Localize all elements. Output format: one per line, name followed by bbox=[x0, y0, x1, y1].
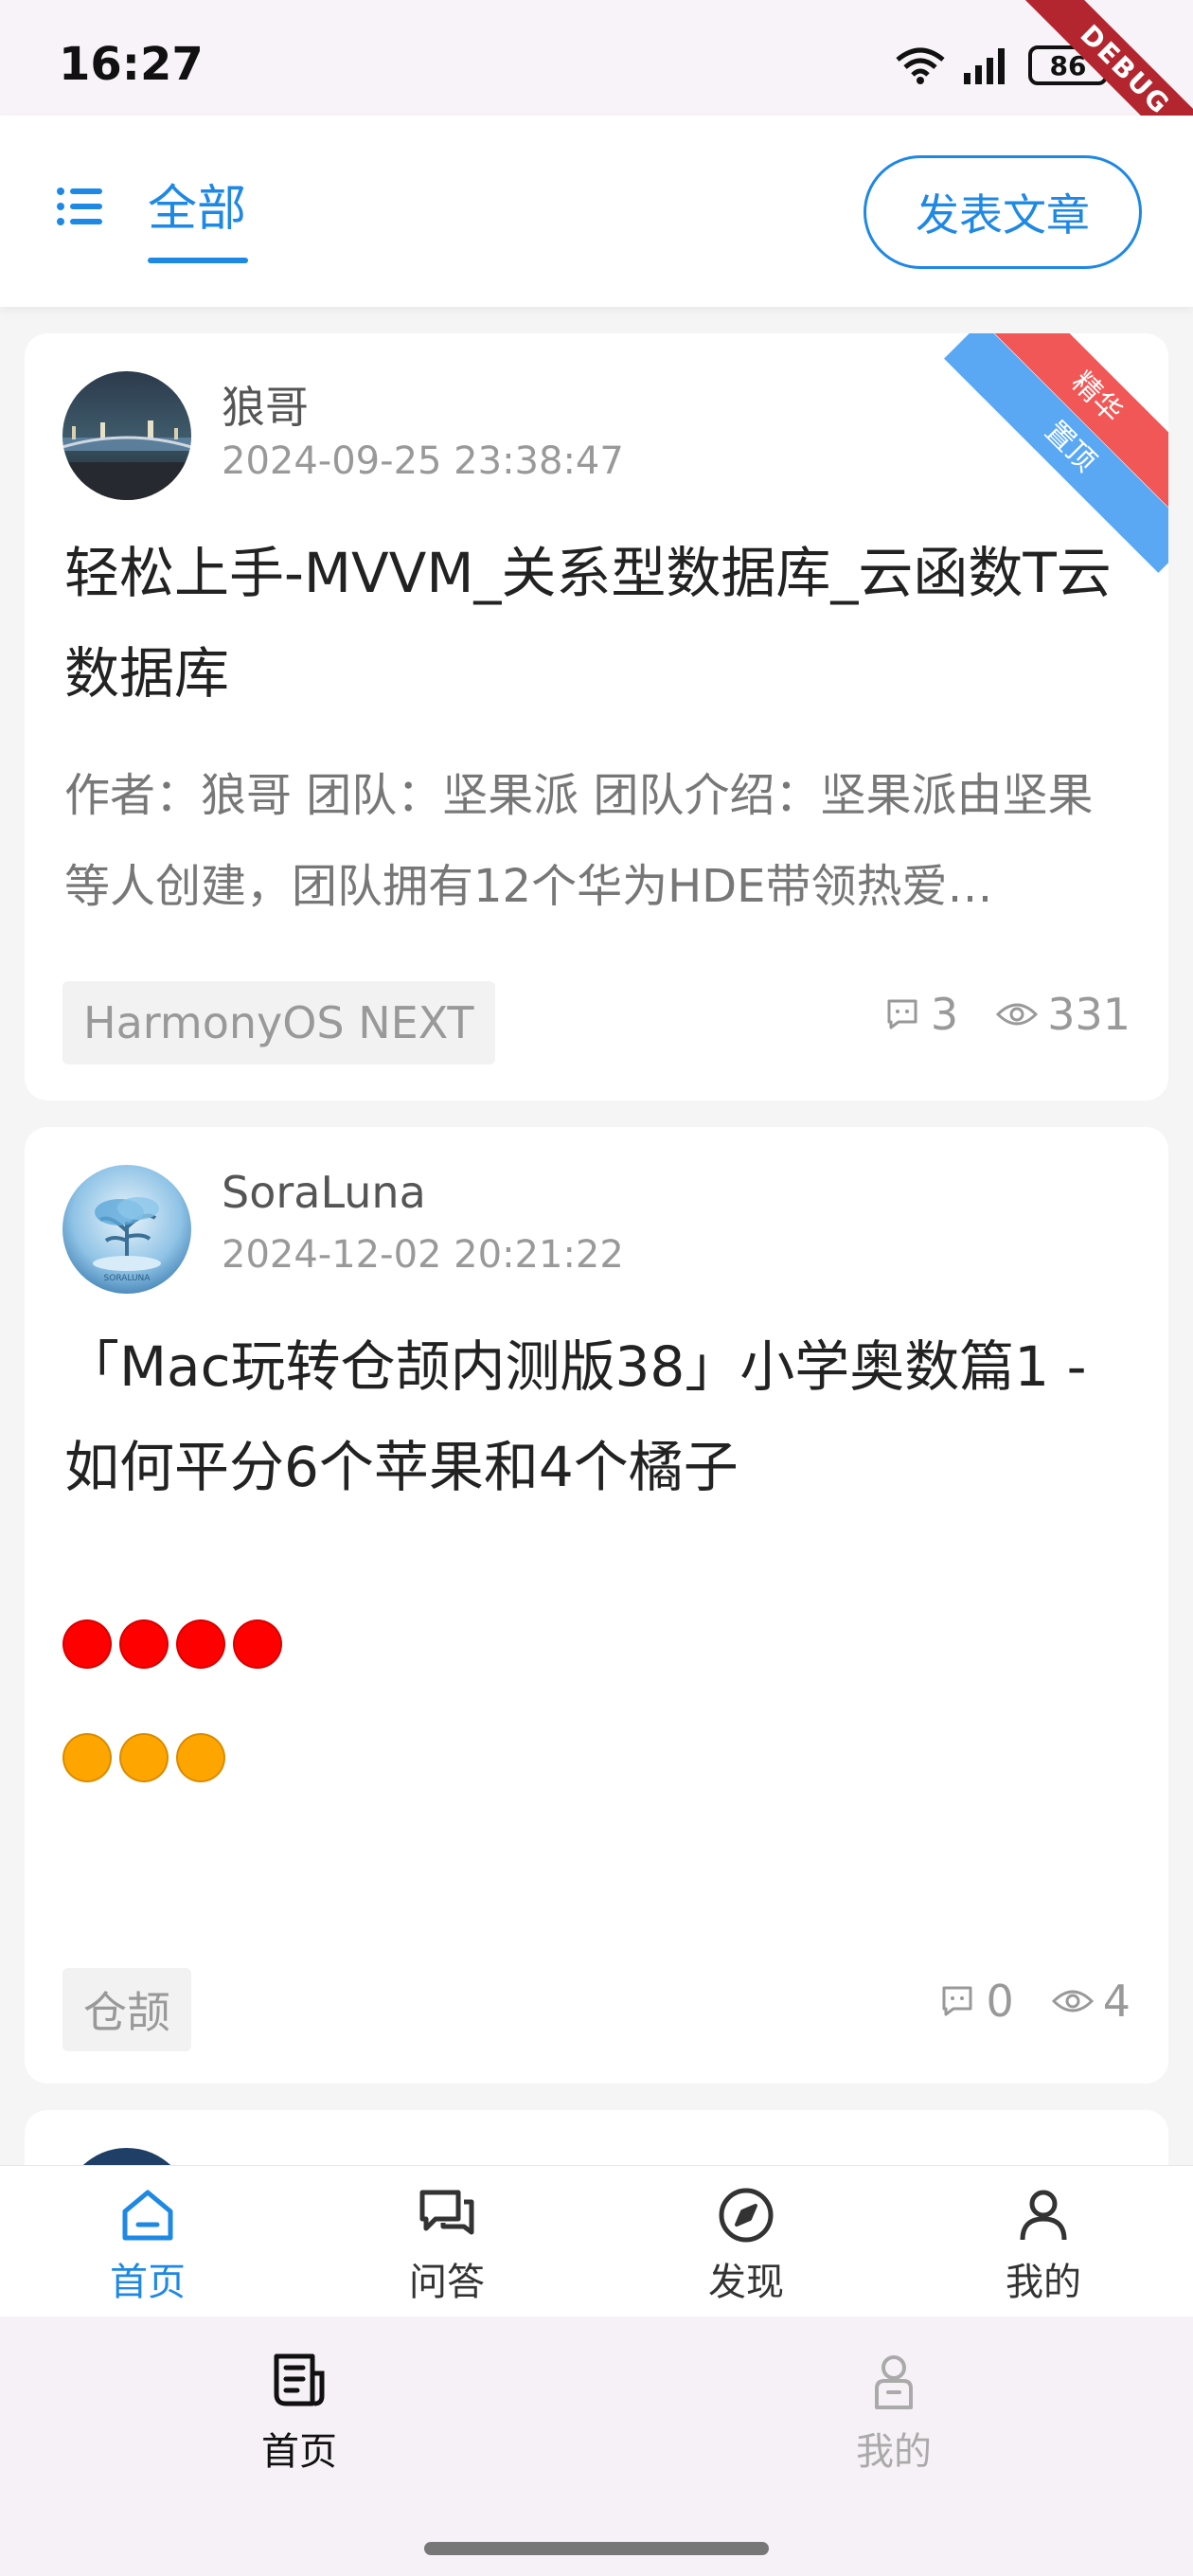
bottom-tab-mine[interactable]: 我的 bbox=[780, 2351, 1007, 2476]
top-bar: 全部 发表文章 bbox=[0, 116, 1193, 307]
article-card[interactable]: SORALUNA SoraLuna 2024-12-02 20:21:22 「M… bbox=[25, 1127, 1168, 2084]
author-name[interactable]: SoraLuna bbox=[222, 1167, 426, 1218]
dot bbox=[233, 1619, 282, 1669]
tab-discover[interactable]: 发现 bbox=[651, 2185, 841, 2306]
tab-all[interactable]: 全部 bbox=[148, 169, 246, 240]
status-time: 16:27 bbox=[59, 38, 204, 91]
tab-indicator bbox=[148, 258, 248, 263]
post-time: 2024-09-25 23:38:47 bbox=[222, 439, 624, 483]
article-card[interactable] bbox=[25, 2110, 1168, 2165]
tab-discover-label: 发现 bbox=[708, 2261, 784, 2304]
comment-count-value: 0 bbox=[986, 1976, 1014, 2027]
publish-article-button[interactable]: 发表文章 bbox=[864, 155, 1142, 269]
dot bbox=[62, 1619, 112, 1669]
wifi-icon bbox=[896, 47, 945, 84]
author-avatar[interactable] bbox=[62, 2148, 191, 2165]
article-title[interactable]: 「Mac玩转仓颉内测版38」小学奥数篇1 - 如何平分6个苹果和4个橘子 bbox=[64, 1316, 1134, 1517]
app-tab-bar: 首页 问答 发现 我的 bbox=[0, 2165, 1193, 2317]
bottom-tab-mine-label: 我的 bbox=[856, 2430, 932, 2474]
comment-count-value: 3 bbox=[930, 989, 959, 1040]
bottom-navigation: 首页 我的 bbox=[0, 2317, 1193, 2576]
tab-qa-label: 问答 bbox=[409, 2261, 485, 2304]
tab-home-label: 首页 bbox=[110, 2261, 186, 2304]
bottom-tab-home[interactable]: 首页 bbox=[186, 2351, 413, 2476]
orange-dots-row bbox=[62, 1733, 225, 1782]
home-icon bbox=[122, 2190, 173, 2241]
comment-count: 3 bbox=[883, 989, 958, 1040]
article-title[interactable]: 轻松上手-MVVM_关系型数据库_云函数T云数据库 bbox=[64, 523, 1134, 724]
article-stats: 0 4 bbox=[938, 1976, 1131, 2027]
dot bbox=[176, 1733, 225, 1782]
view-count: 331 bbox=[996, 989, 1131, 1040]
svg-text:SORALUNA: SORALUNA bbox=[104, 1274, 151, 1283]
author-name[interactable]: 狼哥 bbox=[222, 373, 309, 436]
tab-qa[interactable]: 问答 bbox=[352, 2185, 542, 2306]
view-count-value: 331 bbox=[1047, 989, 1131, 1040]
view-count: 4 bbox=[1051, 1976, 1131, 2027]
eye-icon bbox=[1051, 1990, 1094, 2012]
user-icon bbox=[1020, 2190, 1067, 2241]
dot bbox=[119, 1733, 169, 1782]
article-tag[interactable]: 仓颉 bbox=[62, 1968, 191, 2051]
article-feed[interactable]: 狼哥 2024-09-25 23:38:47 精华 置顶 轻松上手-MVVM_关… bbox=[0, 307, 1193, 2165]
comment-icon bbox=[942, 1986, 972, 2016]
compass-icon bbox=[719, 2188, 774, 2243]
chat-icon bbox=[419, 2190, 474, 2235]
article-tag[interactable]: HarmonyOS NEXT bbox=[62, 981, 495, 1064]
tab-mine[interactable]: 我的 bbox=[949, 2185, 1138, 2306]
red-dots-row bbox=[62, 1619, 282, 1669]
bottom-tab-home-label: 首页 bbox=[261, 2430, 337, 2474]
status-bar: 16:27 86 DEBUG bbox=[0, 0, 1193, 186]
article-icon bbox=[274, 2353, 325, 2406]
list-icon[interactable] bbox=[55, 182, 104, 231]
dot bbox=[176, 1619, 225, 1669]
article-stats: 3 331 bbox=[883, 989, 1131, 1040]
author-avatar[interactable] bbox=[62, 371, 191, 500]
home-indicator[interactable] bbox=[424, 2542, 769, 2555]
eye-icon bbox=[996, 1003, 1039, 1026]
post-time: 2024-12-02 20:21:22 bbox=[222, 1233, 624, 1277]
tab-home[interactable]: 首页 bbox=[53, 2185, 242, 2306]
article-card[interactable]: 狼哥 2024-09-25 23:38:47 精华 置顶 轻松上手-MVVM_关… bbox=[25, 333, 1168, 1100]
comment-icon bbox=[887, 999, 917, 1029]
comment-count: 0 bbox=[938, 1976, 1014, 2027]
article-summary: 作者：狼哥 团队：坚果派 团队介绍：坚果派由坚果等人创建，团队拥有12个华为HD… bbox=[64, 769, 1094, 913]
dot bbox=[62, 1733, 112, 1782]
view-count-value: 4 bbox=[1102, 1976, 1131, 2027]
author-avatar[interactable]: SORALUNA bbox=[62, 1165, 191, 1294]
signal-icon bbox=[964, 48, 1005, 84]
profile-icon bbox=[875, 2355, 913, 2409]
tab-mine-label: 我的 bbox=[1006, 2261, 1081, 2304]
dot bbox=[119, 1619, 169, 1669]
